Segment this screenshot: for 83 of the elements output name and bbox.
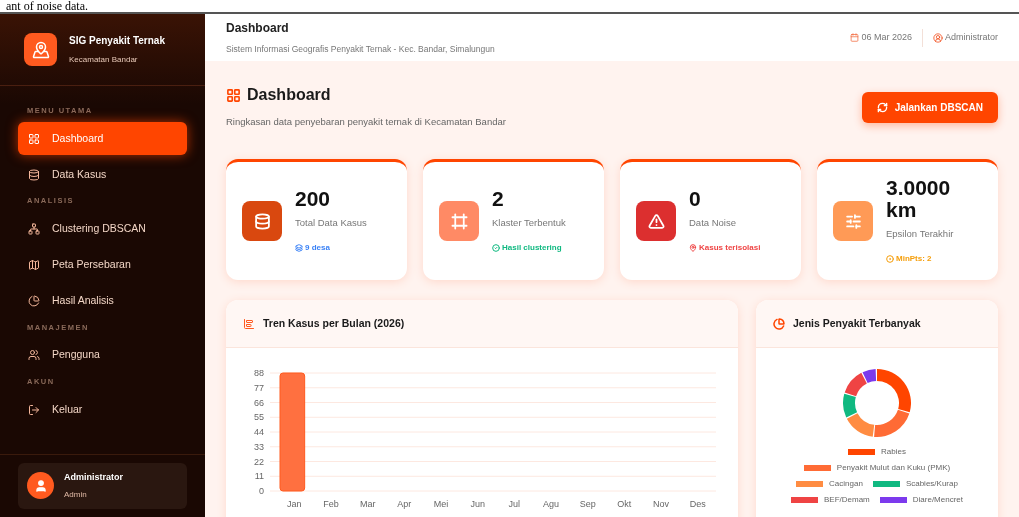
stat-icon [833, 201, 873, 242]
nav-icon [28, 223, 40, 235]
stat-label: Epsilon Terakhir [886, 227, 955, 242]
nav-item[interactable]: Data Kasus [18, 158, 187, 192]
refresh-icon [876, 102, 888, 113]
stat-value: 3.0000 km [886, 177, 952, 222]
axis-label: 11 [254, 471, 264, 482]
page-title: Dashboard [247, 85, 331, 105]
stat-label: Data Noise [689, 216, 737, 231]
axis-label: Jul [508, 499, 521, 510]
nav-icon [28, 132, 40, 145]
card-title: Jenis Penyakit Terbanyak [793, 315, 921, 331]
note-icon [886, 255, 894, 264]
dashboard-icon [226, 87, 241, 103]
page-header-title: Dashboard [226, 20, 290, 38]
header-user[interactable]: Administrator [945, 30, 998, 45]
stat-note: 9 desa [305, 242, 330, 255]
card-title: Tren Kasus per Bulan (2026) [263, 315, 405, 331]
stat-note: Hasil clustering [502, 242, 562, 255]
user-role: Admin [64, 489, 88, 501]
axis-label: 22 [254, 456, 264, 467]
page-subtitle: Ringkasan data penyebaran penyakit ternak di Kecamatan Bandar [226, 115, 506, 129]
axis-label: 88 [254, 368, 264, 379]
axis-label: Apr [397, 499, 412, 510]
app-subtitle: Kecamatan Bandar [69, 54, 139, 66]
chart-icon [243, 317, 255, 330]
nav-icon [28, 168, 40, 181]
avatar-icon [27, 472, 54, 500]
stat-label: Klaster Terbentuk [492, 216, 567, 231]
axis-label: Feb [323, 499, 339, 510]
legend-label: Cacingan [829, 478, 863, 491]
axis-label: 55 [254, 412, 264, 423]
nav-icon [28, 403, 40, 416]
nav-icon [28, 259, 40, 271]
nav-item[interactable]: Clustering DBSCAN [18, 212, 187, 246]
logo-icon [24, 33, 57, 66]
user-card[interactable]: Administrator Admin [18, 462, 187, 509]
calendar-icon [850, 33, 860, 42]
stat-value: 200 [295, 188, 332, 211]
app-title: SIG Penyakit Ternak [69, 34, 165, 48]
stat-icon [242, 201, 282, 242]
axis-label: Mei [433, 499, 449, 510]
axis-label: Okt [617, 499, 632, 510]
note-icon [295, 244, 303, 253]
stat-note: Kasus terisolasi [699, 242, 761, 255]
user-icon [933, 32, 943, 43]
axis-label: 66 [254, 397, 264, 408]
legend-label: Diare/Mencret [912, 494, 963, 507]
note-icon [492, 244, 500, 253]
nav-item[interactable]: Hasil Analisis [18, 284, 187, 318]
axis-label: Jun [470, 499, 485, 510]
axis-label: Agu [543, 499, 559, 510]
nav-icon [28, 349, 40, 362]
legend-label: Penyakit Mulut dan Kuku (PMK) [836, 462, 951, 475]
axis-label: 33 [254, 442, 264, 452]
axis-label: Sep [579, 499, 596, 510]
nav-item[interactable]: Pengguna [18, 338, 187, 372]
legend-label: Rabies [881, 446, 906, 459]
axis-label: 77 [254, 383, 264, 393]
stat-icon [636, 201, 676, 242]
legend-label: Scabies/Kurap [905, 478, 958, 491]
stat-label: Total Data Kasus [295, 216, 368, 231]
user-name: Administrator [64, 470, 123, 484]
page-header-subtitle: Sistem Informasi Geografis Penyakit Ternak - Kec. Bandar, Simalungun [226, 43, 495, 56]
stat-note: MinPts: 2 [896, 253, 932, 266]
stat-icon [439, 201, 479, 242]
nav-icon [28, 295, 40, 307]
document-text: ant of noise data. [6, 0, 88, 12]
nav-item[interactable]: Keluar [18, 393, 187, 426]
axis-label: 44 [254, 427, 264, 438]
pie-icon [773, 317, 785, 330]
legend-label: BEF/Demam [823, 494, 870, 507]
stat-value: 2 [492, 188, 505, 211]
note-icon [689, 244, 697, 253]
axis-label: Jan [287, 499, 302, 510]
date-text: 06 Mar 2026 [861, 30, 912, 44]
axis-label: Nov [653, 499, 669, 510]
axis-label: Des [689, 499, 706, 510]
stat-value: 0 [689, 188, 702, 211]
donut-chart-drawing [842, 368, 912, 439]
nav-item[interactable]: Peta Persebaran [18, 248, 187, 282]
axis-label: Mar [359, 499, 376, 510]
axis-label: 0 [259, 486, 264, 497]
